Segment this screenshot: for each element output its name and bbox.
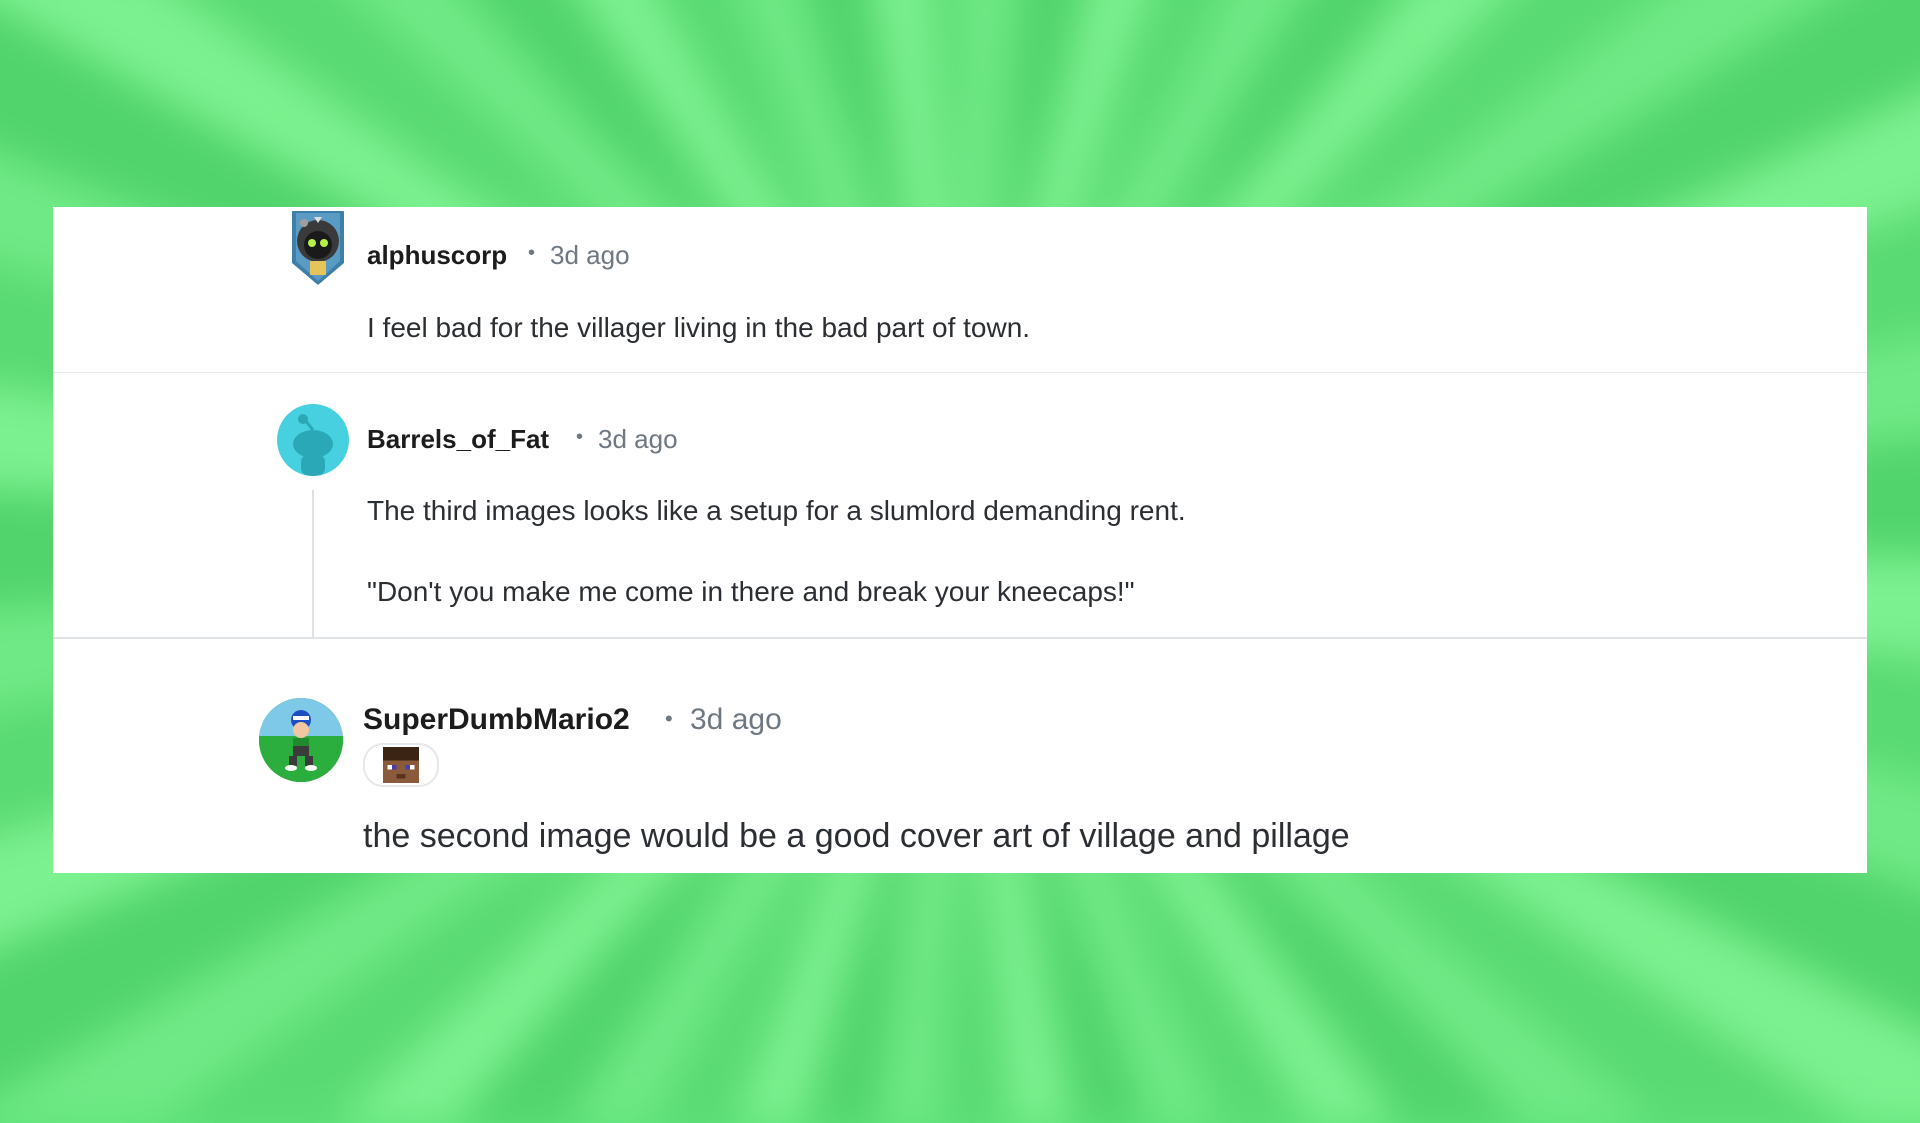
- comment-body: the second image would be a good cover a…: [363, 817, 1350, 855]
- comment-body-line: The third images looks like a setup for …: [367, 495, 1186, 526]
- minecraft-steve-flair-icon: [383, 747, 419, 783]
- comment-body: I feel bad for the villager living in th…: [367, 312, 1031, 343]
- username[interactable]: Barrels_of_Fat: [367, 424, 549, 455]
- comment-alphuscorp: alphuscorp • 3d ago I feel bad for the v…: [53, 207, 1867, 373]
- thread-line[interactable]: [312, 490, 314, 637]
- comment-superdumbmario2: SuperDumbMario2 • 3d ago the second imag…: [53, 639, 1867, 873]
- hooded-character-avatar-icon[interactable]: [284, 211, 352, 285]
- mario-character-avatar-icon[interactable]: [259, 698, 343, 782]
- timestamp: 3d ago: [690, 703, 782, 736]
- timestamp: 3d ago: [550, 240, 630, 270]
- username[interactable]: SuperDumbMario2: [363, 703, 630, 737]
- comment-body-line: "Don't you make me come in there and bre…: [367, 576, 1135, 607]
- timestamp: 3d ago: [598, 424, 678, 454]
- comment-card: alphuscorp • 3d ago I feel bad for the v…: [53, 207, 1867, 873]
- separator-dot: •: [528, 242, 536, 264]
- separator-dot: •: [665, 706, 673, 731]
- username[interactable]: alphuscorp: [367, 240, 507, 271]
- user-flair: [363, 743, 439, 787]
- comment-barrels-of-fat: Barrels_of_Fat • 3d ago The third images…: [53, 373, 1867, 639]
- separator-dot: •: [576, 426, 584, 448]
- snoo-avatar-icon[interactable]: [277, 404, 349, 476]
